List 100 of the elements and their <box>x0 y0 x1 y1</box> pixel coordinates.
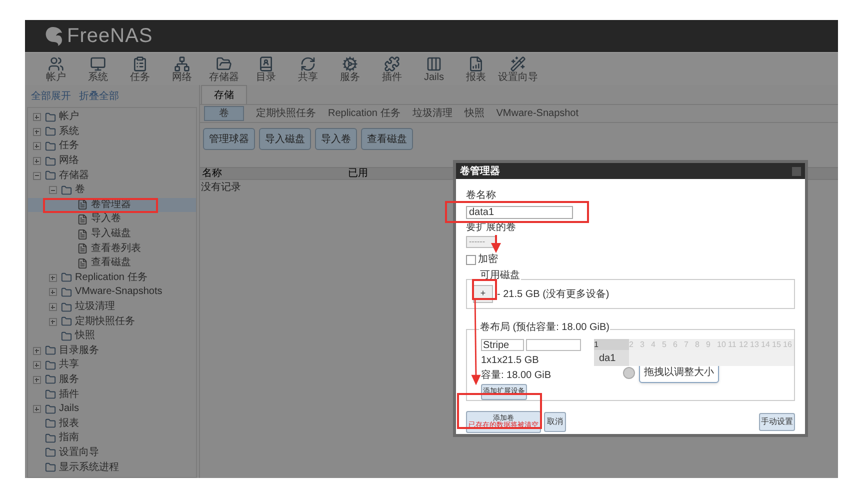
tree-item[interactable]: 查看卷列表 <box>91 244 141 254</box>
manual-setup-button[interactable]: 手动设置 <box>759 413 795 431</box>
folder-icon <box>61 286 72 298</box>
folder-icon <box>61 184 72 196</box>
toolbar-button[interactable]: 共享 <box>287 56 329 82</box>
toolbar-button[interactable]: 报表 <box>455 56 497 82</box>
folder-icon <box>61 302 72 313</box>
checkbox[interactable] <box>466 254 476 264</box>
document-icon <box>77 243 88 254</box>
folder-icon <box>45 345 56 356</box>
layout-select[interactable]: Stripe <box>481 339 524 351</box>
expand-toggle[interactable] <box>32 128 40 136</box>
mascot-logo-icon <box>43 25 63 47</box>
folder-icon <box>45 389 56 400</box>
toolbar-button[interactable]: 插件 <box>371 56 413 82</box>
toolbar-button[interactable]: 服务 <box>329 56 371 82</box>
volume-select[interactable]: ------ <box>466 236 497 248</box>
toolbar-button[interactable]: 网络 <box>161 56 203 82</box>
tree-item[interactable]: 定期快照任务 <box>75 316 135 327</box>
subtab[interactable]: Replication 任务 <box>328 106 400 121</box>
folder-icon <box>45 170 56 182</box>
collapse-toggle[interactable] <box>32 172 40 180</box>
tree-item[interactable]: 插件 <box>59 390 79 400</box>
address-book-icon <box>258 56 274 72</box>
tree-item[interactable]: 导入卷 <box>91 214 121 224</box>
tree-item[interactable]: 帐户 <box>59 112 79 122</box>
tree-item[interactable]: 存储器 <box>59 170 89 181</box>
tree-item[interactable]: 服务 <box>59 374 79 385</box>
layout-select[interactable] <box>526 339 581 351</box>
tree-item[interactable]: 查看磁盘 <box>91 258 131 268</box>
tree-item[interactable]: 显示系统进程 <box>59 462 119 473</box>
tree-item[interactable]: 指南 <box>59 433 79 444</box>
puzzle-icon <box>384 56 400 72</box>
action-button[interactable]: 管理球器 <box>203 128 255 150</box>
folder-icon <box>45 360 56 371</box>
empty-message: 没有记录 <box>200 181 241 195</box>
subtab[interactable]: VMware-Snapshot <box>496 106 579 121</box>
toolbar-button[interactable]: 系统 <box>77 56 119 82</box>
expand-toggle[interactable] <box>32 361 40 370</box>
toolbar-button[interactable]: 帐户 <box>35 56 77 82</box>
gear-icon <box>342 56 358 72</box>
monitor-icon <box>90 56 106 72</box>
toolbar-button[interactable]: 目录 <box>245 56 287 82</box>
folder-icon <box>216 56 232 72</box>
document-icon <box>77 214 88 225</box>
folder-icon <box>61 272 72 284</box>
checkbox-label: 加密 <box>478 252 498 267</box>
folder-icon <box>45 112 56 123</box>
sync-icon <box>300 56 316 72</box>
fieldset-legend: 卷布局 (预估容量: 18.00 GiB) <box>479 323 610 333</box>
tree-item[interactable]: 报表 <box>59 418 79 429</box>
subtab[interactable]: 垃圾清理 <box>412 106 452 121</box>
document-icon <box>77 228 88 240</box>
network-icon <box>174 56 190 72</box>
expand-toggle[interactable] <box>48 303 56 312</box>
expand-toggle[interactable] <box>32 405 40 414</box>
tree-item[interactable]: 设置向导 <box>59 448 99 458</box>
disk-grid-row: da1 <box>594 350 794 366</box>
subtab[interactable]: 定期快照任务 <box>256 106 316 121</box>
tree-item[interactable]: 任务 <box>59 141 79 152</box>
toolbar-button[interactable]: 任务 <box>119 56 161 82</box>
toolbar-button[interactable]: 存储器 <box>203 56 245 82</box>
toolbar-button[interactable]: Jails <box>413 56 455 82</box>
folder-icon <box>45 374 56 386</box>
highlight-frame <box>472 279 497 300</box>
tree-link[interactable]: 全部展开 <box>31 88 71 104</box>
cancel-button[interactable]: 取消 <box>544 412 566 432</box>
subtab[interactable]: 卷 <box>204 106 244 121</box>
tree-item[interactable]: 卷 <box>75 185 85 196</box>
expand-toggle[interactable] <box>48 318 56 326</box>
collapse-toggle[interactable] <box>48 186 56 194</box>
action-button[interactable]: 导入卷 <box>315 128 357 150</box>
action-button[interactable]: 导入磁盘 <box>259 128 311 150</box>
tree-item[interactable]: Jails <box>59 404 80 414</box>
tree-item[interactable]: 共享 <box>59 360 79 370</box>
tree-item[interactable]: VMware-Snapshots <box>75 287 162 298</box>
tree-link[interactable]: 折叠全部 <box>79 88 119 104</box>
tree-item[interactable]: 导入磁盘 <box>91 229 131 240</box>
volume-name-field[interactable]: data1 <box>466 206 573 219</box>
tab[interactable]: 存储 <box>201 85 247 104</box>
expand-toggle[interactable] <box>32 142 40 150</box>
expand-toggle[interactable] <box>32 113 40 122</box>
tree-item[interactable]: 垃圾清理 <box>75 302 115 312</box>
tree-item[interactable]: Replication 任务 <box>75 272 148 283</box>
expand-toggle[interactable] <box>32 376 40 384</box>
expand-toggle[interactable] <box>32 157 40 166</box>
expand-toggle[interactable] <box>48 274 56 282</box>
resize-handle[interactable] <box>623 366 635 378</box>
subtab[interactable]: 快照 <box>464 106 484 121</box>
toolbar-button[interactable]: 设置向导 <box>497 56 539 82</box>
expand-toggle[interactable] <box>48 288 56 296</box>
tree-item[interactable]: 快照 <box>75 331 95 342</box>
tree-item[interactable]: 目录服务 <box>59 346 99 356</box>
tree-item[interactable]: 系统 <box>59 126 79 137</box>
close-icon[interactable] <box>792 166 801 176</box>
expand-toggle[interactable] <box>32 346 40 355</box>
folder-icon <box>45 156 56 167</box>
tree-item[interactable]: 网络 <box>59 156 79 166</box>
action-button[interactable]: 查看磁盘 <box>361 128 413 150</box>
folder-icon <box>61 330 72 342</box>
